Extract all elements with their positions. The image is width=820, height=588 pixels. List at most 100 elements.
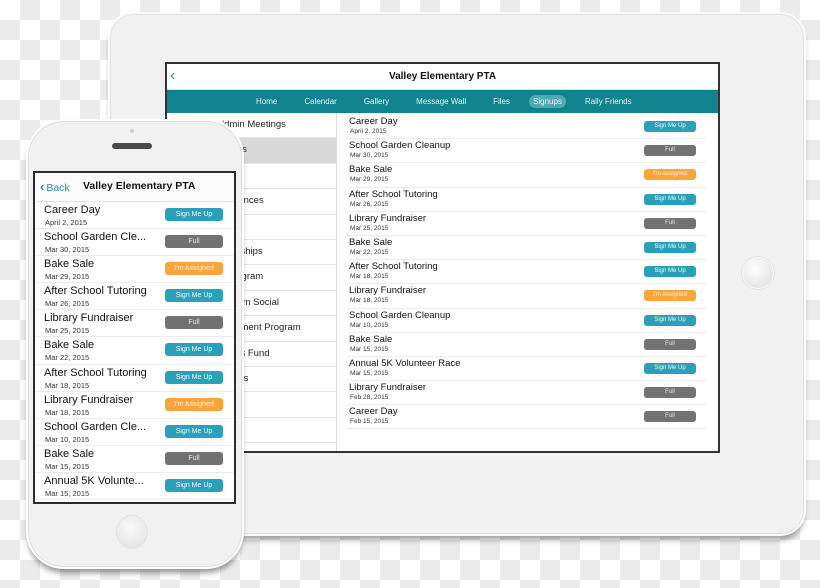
sign-me-up-button[interactable]: Sign Me Up (165, 478, 223, 492)
full-button[interactable]: Full (644, 217, 696, 229)
signup-row: After School Tutoring Mar 18, 2015 Sign Me… (347, 260, 706, 285)
signup-date: Mar 26, 2015 (45, 299, 90, 309)
full-button[interactable]: Full (644, 145, 696, 157)
phone-screen: ‹ Back Valley Elementary PTA Career Day Ap… (33, 171, 236, 504)
sign-me-up-button[interactable]: Sign Me Up (644, 314, 696, 326)
tab-gallery[interactable]: Gallery (360, 95, 393, 108)
signup-row: Annual 5K Volunteer Race Mar 15, 2015 Sign… (347, 357, 706, 382)
chevron-left-icon[interactable]: ‹ (170, 66, 175, 86)
im-assigned-button[interactable]: I'm Assigned (644, 169, 696, 181)
sign-me-up-button[interactable]: Sign Me Up (165, 208, 223, 221)
signup-date: Mar 25, 2015 (45, 326, 90, 336)
signup-date: April 2, 2015 (350, 128, 387, 135)
signup-title: After School Tutoring (44, 366, 147, 379)
signup-title: Library Fundraiser (349, 285, 427, 297)
tab-message-wall[interactable]: Message Wall (412, 95, 470, 108)
sign-me-up-button[interactable]: Sign Me Up (644, 193, 696, 205)
signup-row: After School Tutoring Mar 26, 2015 Sign Me… (347, 188, 706, 212)
signup-row: School Garden Cleanup Mar 30, 2015 Full (347, 139, 706, 164)
signup-date: Feb 28, 2015 (350, 394, 389, 402)
signup-title: Library Fundraiser (44, 393, 134, 406)
sign-me-up-button[interactable]: Sign Me Up (165, 343, 223, 357)
signup-date: Mar 10, 2015 (45, 434, 90, 444)
signup-row: Bake Sale Mar 29, 2015 I'm Assigned (35, 256, 234, 284)
signup-row: Bake Sale Mar 15, 2015 Full (35, 446, 234, 473)
signup-date: Feb 15, 2015 (350, 418, 389, 426)
signup-date: Mar 15, 2015 (350, 369, 389, 377)
full-button[interactable]: Full (644, 338, 696, 350)
signup-date: Mar 18, 2015 (350, 273, 389, 281)
signup-row: Bake Sale Mar 22, 2015 Sign Me Up (347, 236, 706, 261)
full-button[interactable]: Full (644, 387, 696, 399)
signup-date: Mar 10, 2015 (350, 321, 389, 329)
signup-row: Career Day April 2, 2015 Sign Me Up (35, 202, 234, 230)
full-button[interactable]: Full (165, 316, 223, 330)
tablet-screen: ‹ Valley Elementary PTA Home Calendar Gall… (165, 62, 720, 453)
signup-date: Mar 30, 2015 (45, 245, 90, 255)
phone-home-button[interactable] (117, 516, 147, 548)
page-title: Valley Elementary PTA (83, 180, 196, 192)
page-title: Valley Elementary PTA (388, 71, 497, 82)
signup-title: After School Tutoring (349, 188, 438, 200)
im-assigned-button[interactable]: I'm Assigned (165, 397, 223, 411)
sign-me-up-button[interactable]: Sign Me Up (165, 424, 223, 438)
sign-me-up-button[interactable]: Sign Me Up (644, 121, 696, 132)
signup-title: Bake Sale (349, 164, 393, 176)
full-button[interactable]: Full (644, 411, 696, 423)
signup-row: Bake Sale Mar 15, 2015 Full (347, 333, 706, 357)
signup-title: School Garden Cleanup (349, 309, 451, 321)
signup-date: Mar 15, 2015 (45, 488, 90, 498)
chevron-left-icon: ‹ (40, 179, 45, 194)
full-button[interactable]: Full (165, 235, 223, 249)
signup-date: Mar 18, 2015 (350, 297, 389, 305)
tablet-title-bar: ‹ Valley Elementary PTA (167, 64, 718, 90)
tab-home[interactable]: Home (252, 95, 281, 108)
sign-me-up-button[interactable]: Sign Me Up (165, 370, 223, 384)
signup-date: Mar 29, 2015 (350, 176, 389, 184)
phone-speaker (112, 143, 152, 149)
signup-title: School Garden Cleanup (349, 140, 451, 152)
signup-date: Mar 22, 2015 (45, 353, 90, 363)
im-assigned-button[interactable]: I'm Assigned (165, 262, 223, 276)
tab-signups[interactable]: Signups (529, 95, 566, 108)
signup-row: Library Fundraiser Mar 25, 2015 Full (35, 310, 234, 338)
sign-me-up-button[interactable]: Sign Me Up (165, 289, 223, 303)
signup-date: Mar 22, 2015 (350, 248, 389, 256)
signup-date: Mar 15, 2015 (350, 345, 389, 353)
signup-row: Bake Sale Mar 29, 2015 I'm Assigned (347, 163, 706, 188)
im-assigned-button[interactable]: I'm Assigned (644, 290, 696, 302)
signup-title: Annual 5K Volunte... (44, 474, 144, 487)
sign-me-up-button[interactable]: Sign Me Up (644, 362, 696, 374)
signup-title: Library Fundraiser (349, 212, 427, 224)
signup-title: School Garden Cle... (44, 231, 147, 244)
signup-date: Mar 30, 2015 (350, 152, 389, 160)
full-button[interactable]: Full (165, 451, 223, 465)
signup-row: Library Fundraiser Mar 25, 2015 Full (347, 212, 706, 236)
signup-row: Library Fundraiser Feb 28, 2015 Full (347, 381, 706, 406)
back-button[interactable]: ‹ Back (40, 179, 70, 194)
tab-calendar[interactable]: Calendar (300, 95, 340, 108)
signup-title: Annual 5K Volunteer Race (349, 357, 461, 369)
signup-title: Bake Sale (44, 339, 95, 352)
signup-date: Mar 26, 2015 (350, 200, 389, 208)
signup-row: School Garden Cleanup Mar 10, 2015 Sign Me… (347, 309, 706, 333)
signup-row: Annual 5K Volunte... Mar 15, 2015 Sign Me … (35, 473, 234, 501)
tab-rally-friends[interactable]: Rally Friends (581, 95, 636, 108)
sign-me-up-button[interactable]: Sign Me Up (644, 241, 696, 253)
signup-title: Bake Sale (349, 333, 393, 345)
tab-files[interactable]: Files (489, 95, 514, 108)
signup-row: Library Fundraiser Mar 18, 2015 I'm Assign… (347, 284, 706, 309)
signup-row: After School Tutoring Mar 18, 2015 Sign Me… (35, 365, 234, 392)
sign-me-up-button[interactable]: Sign Me Up (644, 266, 696, 278)
signup-row: Career Day April 2, 2015 Sign Me Up (347, 115, 706, 140)
tablet-home-button[interactable] (742, 257, 774, 289)
signup-date: Mar 15, 2015 (45, 461, 90, 471)
signup-title: Library Fundraiser (349, 382, 427, 394)
signup-row: School Garden Cle... Mar 30, 2015 Full (35, 229, 234, 257)
signup-date: Mar 29, 2015 (45, 272, 90, 282)
signup-date: April 2, 2015 (45, 218, 88, 227)
signup-row: Career Day Feb 15, 2015 Full (347, 405, 706, 430)
back-label: Back (46, 182, 70, 194)
tablet-nav-bar: Home Calendar Gallery Message Wall Files Sign… (167, 90, 718, 113)
signup-date: Mar 18, 2015 (45, 380, 90, 390)
